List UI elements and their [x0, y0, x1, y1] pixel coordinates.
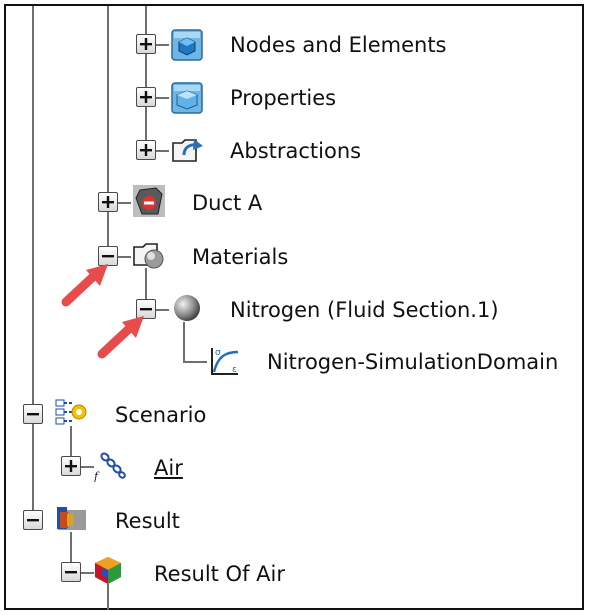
tree-line	[183, 322, 185, 362]
expand-button[interactable]	[136, 34, 156, 54]
folder-sphere-icon[interactable]	[132, 238, 166, 272]
tree-item-duct-a[interactable]: Duct A	[192, 190, 262, 216]
collapse-button[interactable]	[23, 404, 43, 424]
tree-item-result[interactable]: Result	[115, 508, 180, 534]
tree-item-abstractions[interactable]: Abstractions	[230, 138, 361, 164]
tree-item-nitrogen-simulation-domain[interactable]: Nitrogen-SimulationDomain	[267, 349, 558, 375]
tree-line	[32, 424, 34, 514]
duct-icon[interactable]	[132, 184, 166, 218]
expand-button[interactable]	[136, 140, 156, 160]
expand-button[interactable]	[98, 192, 118, 212]
tree-line	[107, 6, 109, 256]
annotation-arrow-icon	[97, 316, 144, 359]
result-cube-icon[interactable]	[92, 554, 126, 588]
tree-item-nitrogen[interactable]: Nitrogen (Fluid Section.1)	[230, 297, 499, 323]
cube-icon[interactable]	[170, 28, 204, 62]
scenario-gear-icon[interactable]	[54, 396, 88, 430]
box-icon[interactable]	[170, 81, 204, 115]
sphere-icon[interactable]	[170, 291, 204, 325]
expand-button[interactable]	[136, 87, 156, 107]
svg-text:σ: σ	[215, 348, 221, 358]
collapse-button[interactable]	[23, 510, 43, 530]
tree-line	[183, 361, 207, 363]
result-icon[interactable]	[54, 502, 88, 536]
svg-text:ε: ε	[232, 365, 237, 375]
curve-icon[interactable]: σε	[208, 344, 242, 378]
svg-text:f: f	[93, 470, 100, 482]
tree-line	[145, 6, 147, 151]
expand-button[interactable]	[61, 456, 81, 476]
folder-arrow-icon[interactable]	[170, 133, 204, 167]
tree-item-properties[interactable]: Properties	[230, 85, 336, 111]
tree-item-scenario[interactable]: Scenario	[115, 402, 206, 428]
tree-item-air[interactable]: Air	[154, 455, 183, 481]
collapse-button[interactable]	[61, 562, 81, 582]
chain-link-icon[interactable]: f	[92, 448, 126, 482]
tree-item-result-of-air[interactable]: Result Of Air	[154, 561, 285, 587]
tree-item-materials[interactable]: Materials	[192, 244, 288, 270]
tree-line	[32, 6, 34, 416]
tree-item-nodes-and-elements[interactable]: Nodes and Elements	[230, 32, 447, 58]
annotation-arrow-icon	[61, 264, 108, 307]
